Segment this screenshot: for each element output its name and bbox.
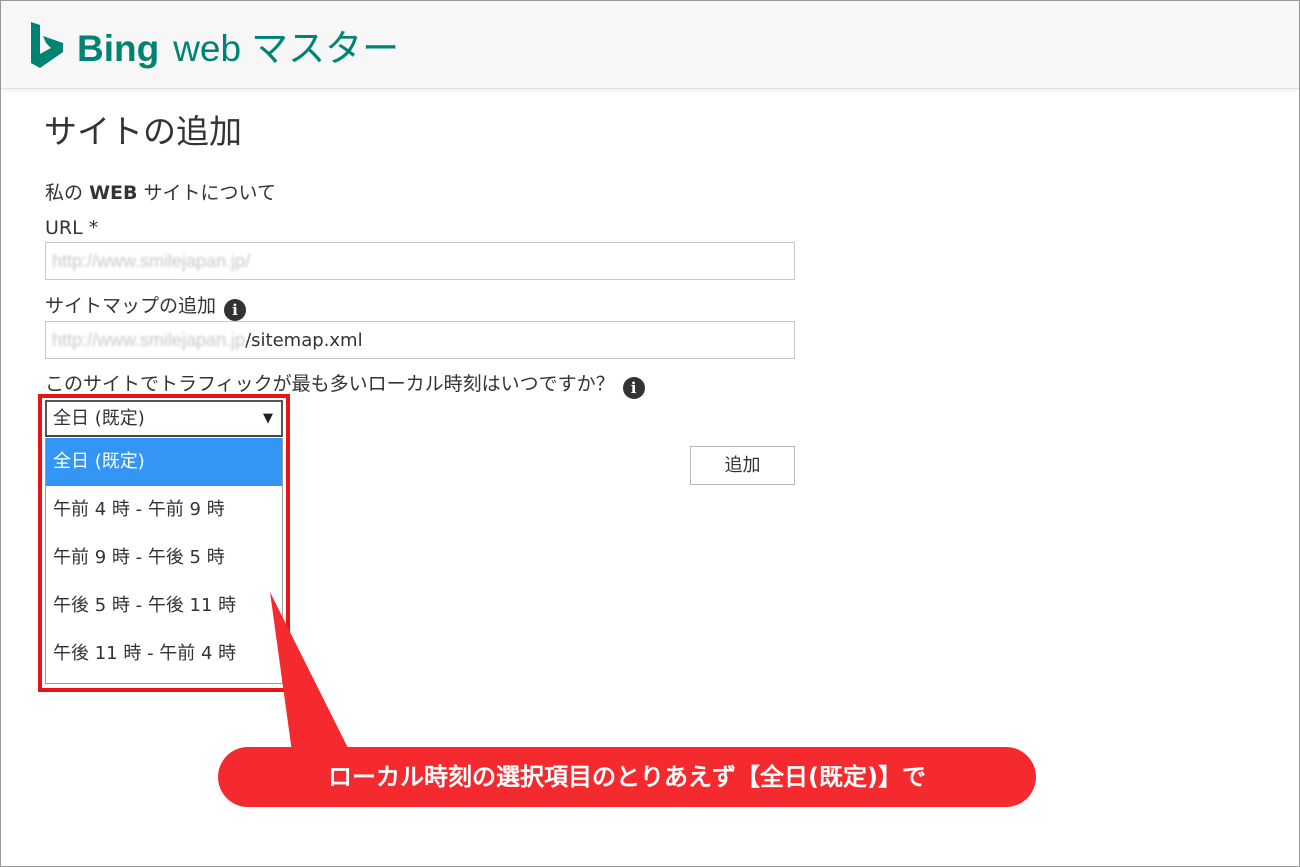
section-heading: 私の WEB サイトについて bbox=[45, 181, 276, 205]
brand-master: マスター bbox=[251, 27, 400, 70]
section-heading-prefix: 私の bbox=[45, 182, 84, 204]
sitemap-label: サイトマップの追加 i bbox=[45, 294, 247, 321]
annotation-callout-text: ローカル時刻の選択項目のとりあえず【全日(既定)】で bbox=[328, 763, 926, 791]
header-bar: Bing web マスター bbox=[1, 1, 1299, 89]
brand-web: web bbox=[173, 28, 242, 69]
sitemap-input[interactable]: http://www.smilejapan.jp/sitemap.xml bbox=[45, 321, 795, 359]
sitemap-label-text: サイトマップの追加 bbox=[45, 295, 217, 317]
annotation-highlight-box bbox=[38, 394, 290, 692]
section-heading-bold: WEB bbox=[89, 182, 138, 204]
url-label: URL * bbox=[45, 217, 99, 239]
url-value-blurred: http://www.smilejapan.jp/ bbox=[52, 251, 251, 271]
add-site-button[interactable]: 追加 bbox=[690, 446, 795, 485]
section-heading-suffix: サイトについて bbox=[143, 182, 276, 204]
bing-logo-icon bbox=[31, 22, 63, 68]
url-input[interactable]: http://www.smilejapan.jp/ bbox=[45, 242, 795, 280]
traffic-time-label-text: このサイトでトラフィックが最も多いローカル時刻はいつですか？ bbox=[45, 373, 615, 395]
sitemap-value-blurred: http://www.smilejapan.jp bbox=[52, 330, 246, 350]
page-title: サイトの追加 bbox=[44, 112, 242, 151]
info-icon[interactable]: i bbox=[622, 377, 645, 399]
info-icon[interactable]: i bbox=[224, 299, 247, 321]
sitemap-value-path: /sitemap.xml bbox=[245, 330, 363, 351]
brand-title: Bing web マスター bbox=[77, 27, 399, 71]
brand-bing: Bing bbox=[77, 28, 160, 69]
